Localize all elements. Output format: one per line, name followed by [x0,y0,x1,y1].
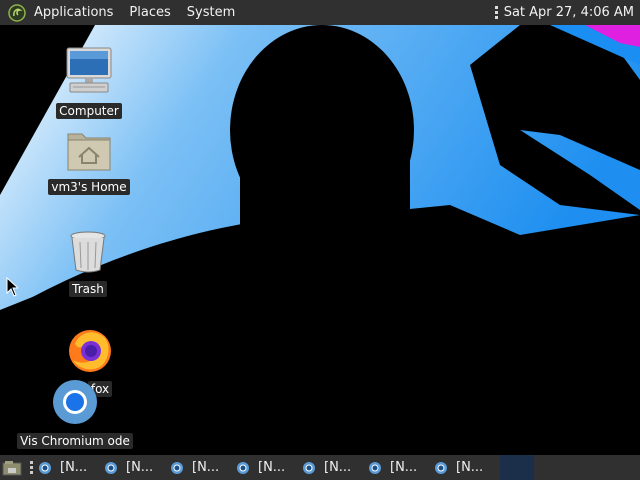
trash-desktop-icon[interactable]: Trash [60,230,116,297]
task-title: [N... [456,460,484,475]
chromium-task-icon [105,461,117,474]
computer-label: Computer [56,103,122,119]
clock[interactable]: Sat Apr 27, 4:06 AM [504,5,634,20]
home-desktop-icon[interactable]: vm3's Home [44,128,134,195]
trash-label: Trash [69,281,107,297]
chromium-task-icon [171,461,183,474]
task-button[interactable]: [N... [170,455,236,480]
task-button[interactable]: [N... [368,455,434,480]
chromium-icon [53,380,97,424]
task-button[interactable]: [N... [434,455,500,480]
mouse-pointer-icon [6,277,18,297]
task-title: [N... [192,460,220,475]
panel-handle-icon[interactable] [494,6,498,19]
chromium-task-icon [303,461,315,474]
task-button[interactable]: [N... [38,455,104,480]
task-title: [N... [258,460,286,475]
chromium-task-icon [39,461,51,474]
active-task-button[interactable] [500,455,534,480]
chromium-task-icon [369,461,381,474]
taskbar-handle-icon[interactable] [30,461,33,474]
applications-menu[interactable]: Applications [34,5,113,20]
chromium-task-icon [237,461,249,474]
task-button[interactable]: [N... [302,455,368,480]
task-title: [N... [126,460,154,475]
system-menu[interactable]: System [187,5,235,20]
bottom-panel: [N... [N... [N... [N... [N... [N... [N..… [0,455,640,480]
distro-logo-icon[interactable] [8,3,26,22]
firefox-icon [69,330,111,372]
chromium-task-icon [435,461,447,474]
home-label: vm3's Home [48,179,130,195]
show-desktop-icon[interactable] [2,460,22,476]
task-title: [N... [60,460,88,475]
task-title: [N... [390,460,418,475]
task-button[interactable]: [N... [104,455,170,480]
home-folder-icon [67,133,111,171]
trash-icon [70,231,106,273]
task-title: [N... [324,460,352,475]
chromium-desktop-icon[interactable]: Vis Chromium ode [16,378,134,449]
places-menu[interactable]: Places [129,5,170,20]
computer-icon [66,47,112,93]
chromium-label: Vis Chromium ode [17,433,133,449]
task-button[interactable]: [N... [236,455,302,480]
computer-desktop-icon[interactable]: Computer [50,46,128,119]
top-panel: Applications Places System Sat Apr 27, 4… [0,0,640,25]
